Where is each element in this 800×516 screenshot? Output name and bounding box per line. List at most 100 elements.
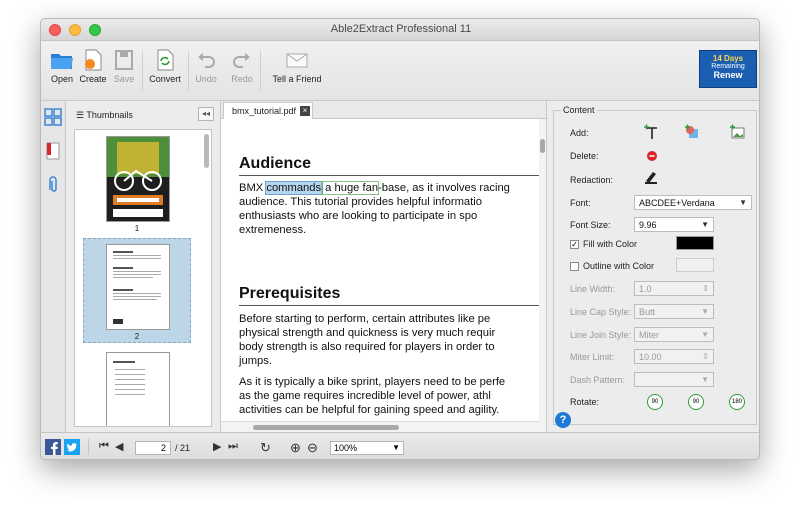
outline-color-checkbox[interactable] (570, 262, 579, 271)
trial-renew-button[interactable]: 14 Days Remaining Renew (699, 50, 757, 88)
rotate-90-cw-button[interactable]: 90 (688, 394, 704, 410)
zoom-select[interactable]: 100% ▼ (330, 441, 404, 455)
last-page-icon[interactable]: ⏭ (228, 440, 242, 454)
help-icon[interactable]: ? (555, 412, 571, 428)
next-page-icon[interactable]: ▶ (213, 440, 227, 454)
paragraph-line: As it is typically a bike sprint, player… (239, 376, 506, 388)
dash-pattern-label: Dash Pattern: (570, 375, 626, 385)
save-disk-icon (115, 50, 133, 70)
paragraph-line: enthusiasts who are looking to participa… (239, 210, 478, 222)
pdf-page[interactable]: Audience BMX commands a huge fan-base, a… (221, 119, 539, 419)
thumbnail-page-number: 2 (134, 332, 140, 341)
document-horizontal-scrollbar[interactable] (221, 421, 539, 432)
tab-bmx-tutorial[interactable]: bmx_tutorial.pdf × (223, 102, 313, 119)
fill-color-checkbox[interactable]: ✓ (570, 240, 579, 249)
thumbnails-header: ☰ Thumbnails (76, 110, 133, 121)
fill-color-label: Fill with Color (583, 239, 638, 249)
rotate-180-button[interactable]: 180 (729, 394, 745, 410)
line-cap-select[interactable]: Butt ▼ (634, 304, 714, 319)
line-width-stepper[interactable]: 1.0 ⇕ (634, 281, 714, 296)
add-shape-icon[interactable] (684, 124, 700, 140)
bmx-cover-image (107, 137, 169, 221)
chevron-down-icon: ▼ (701, 375, 709, 384)
trial-renew: Renew (713, 70, 743, 80)
attachment-icon[interactable] (43, 175, 63, 195)
page-thumbnail-3[interactable] (106, 352, 170, 426)
add-text-icon[interactable] (643, 124, 659, 140)
fill-color-swatch[interactable] (676, 236, 714, 250)
bookmark-icon[interactable] (43, 141, 63, 161)
scroll-thumb[interactable] (540, 139, 545, 153)
line-join-value: Miter (639, 330, 659, 340)
selected-word[interactable]: commands (265, 181, 324, 195)
convert-button[interactable]: Convert (147, 49, 183, 84)
undo-button[interactable]: Undo (193, 49, 219, 84)
thumbnails-list[interactable]: 1 2 (74, 129, 212, 427)
text-run: BMX (239, 182, 267, 194)
redo-button[interactable]: Redo (229, 49, 255, 84)
delete-label: Delete: (570, 151, 599, 161)
thumbnails-scrollbar[interactable] (204, 134, 209, 168)
add-label: Add: (570, 128, 589, 138)
previous-page-icon[interactable]: ◀ (115, 440, 129, 454)
font-size-select[interactable]: 9.96 ▼ (634, 217, 714, 232)
page-3-preview (113, 361, 145, 395)
collapse-panel-button[interactable]: ◂◂ (198, 107, 214, 121)
document-vertical-scrollbar[interactable] (539, 119, 546, 432)
redaction-label: Redaction: (570, 175, 614, 185)
rotate-90-ccw-button[interactable]: 90 (647, 394, 663, 410)
redaction-marker-icon[interactable] (643, 169, 659, 185)
text-run: a huge fan (321, 181, 380, 195)
outline-color-swatch[interactable] (676, 258, 714, 272)
line-join-select[interactable]: Miter ▼ (634, 327, 714, 342)
first-page-icon[interactable]: ⏮ (99, 440, 113, 454)
zoom-in-icon[interactable]: ⊕ (290, 440, 304, 455)
undo-icon (198, 53, 215, 68)
content-group: Add: Delete: Redaction: Font: ABCDEE+Ver… (553, 110, 757, 425)
chevron-down-icon: ▼ (392, 443, 400, 452)
facebook-icon[interactable] (45, 439, 61, 455)
save-button[interactable]: Save (111, 49, 137, 84)
zoom-out-icon[interactable]: ⊖ (307, 440, 321, 455)
page-thumbnail-2[interactable] (106, 244, 170, 330)
dash-pattern-select[interactable]: ▼ (634, 372, 714, 387)
miter-limit-stepper[interactable]: 10.00 ⇕ (634, 349, 714, 364)
redo-label: Redo (231, 74, 253, 84)
heading-prerequisites: Prerequisites (239, 285, 341, 302)
twitter-icon[interactable] (64, 439, 80, 455)
thumbnails-panel: ☰ Thumbnails ◂◂ 1 2 (66, 101, 221, 432)
paragraph-line: BMX commands a huge fan-base, as it invo… (239, 181, 539, 195)
main-toolbar: Open Create Save Convert Undo Redo Tell … (41, 41, 759, 101)
thumbnails-grid-icon[interactable] (43, 107, 63, 127)
undo-label: Undo (195, 74, 217, 84)
toolbar-separator (188, 51, 189, 91)
paragraph-line: body strength is also required for playe… (239, 341, 495, 353)
convert-icon (157, 49, 174, 71)
heading-rule (239, 305, 539, 306)
page-2-preview (113, 251, 161, 324)
tell-a-friend-button[interactable]: Tell a Friend (269, 49, 325, 84)
miter-limit-value: 10.00 (639, 352, 662, 362)
status-bar: ⏮ ◀ 2 / 21 ▶ ⏭ ↻ ⊕ ⊖ 100% ▼ (41, 432, 759, 459)
heading-audience: Audience (239, 155, 312, 172)
chevron-down-icon: ▼ (701, 220, 709, 229)
page-thumbnail-1[interactable] (106, 136, 170, 222)
rotate-view-icon[interactable]: ↻ (260, 440, 274, 455)
status-separator (88, 439, 89, 455)
line-cap-value: Butt (639, 307, 656, 317)
scroll-thumb[interactable] (253, 425, 399, 430)
line-width-label: Line Width: (570, 284, 616, 294)
open-button[interactable]: Open (48, 49, 76, 84)
add-image-icon[interactable] (729, 124, 745, 140)
create-button[interactable]: Create (78, 49, 108, 84)
page-number-input[interactable]: 2 (135, 441, 171, 455)
folder-icon (51, 54, 73, 69)
delete-icon[interactable] (644, 148, 660, 164)
content-group-title: Content (561, 105, 597, 115)
paragraph-line: extremeness. (239, 224, 307, 236)
toolbar-separator (260, 51, 261, 91)
font-select[interactable]: ABCDEE+Verdana ▼ (634, 195, 752, 210)
save-label: Save (113, 74, 135, 84)
document-area: bmx_tutorial.pdf × Audience BMX commands… (221, 101, 546, 432)
close-tab-icon[interactable]: × (300, 106, 310, 116)
